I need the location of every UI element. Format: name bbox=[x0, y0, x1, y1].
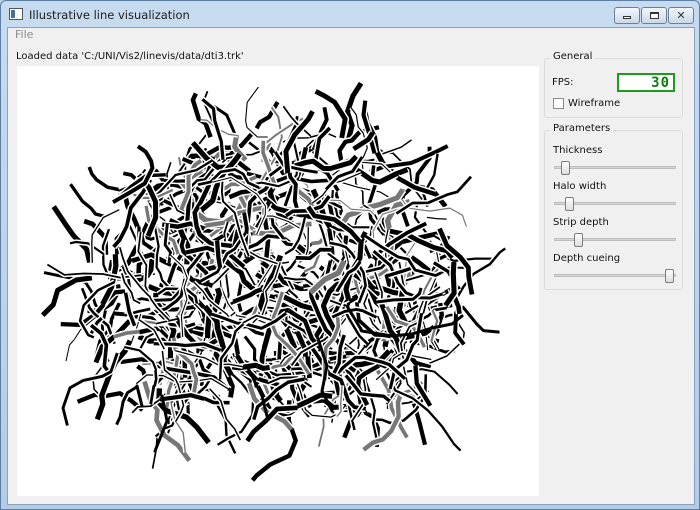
close-button[interactable]: ✕ bbox=[668, 7, 694, 24]
wireframe-checkbox[interactable] bbox=[553, 98, 564, 109]
fps-label: FPS: bbox=[552, 77, 574, 88]
restore-icon bbox=[649, 12, 659, 19]
halo-width-slider-thumb[interactable] bbox=[565, 197, 575, 211]
thickness-slider[interactable] bbox=[554, 161, 676, 175]
strip-depth-slider-thumb[interactable] bbox=[574, 233, 584, 247]
menu-file[interactable]: File bbox=[15, 28, 33, 41]
halo-width-slider[interactable] bbox=[554, 197, 676, 211]
line-rendering bbox=[39, 81, 507, 483]
minimize-icon bbox=[623, 16, 631, 19]
thickness-label: Thickness bbox=[553, 145, 603, 156]
fiber-tracts bbox=[39, 81, 507, 483]
window-title: Illustrative line visualization bbox=[29, 8, 190, 22]
general-group-title: General bbox=[550, 51, 596, 62]
parameters-group-title: Parameters bbox=[550, 123, 614, 134]
client-area: File Loaded data 'C:/UNI/Vis2/linevis/da… bbox=[7, 27, 695, 505]
thickness-slider-thumb[interactable] bbox=[560, 161, 570, 175]
general-group: General FPS: 30 Wireframe bbox=[544, 51, 683, 118]
loaded-data-label: Loaded data 'C:/UNI/Vis2/linevis/data/dt… bbox=[16, 51, 244, 62]
depth-cueing-label: Depth cueing bbox=[553, 253, 621, 264]
fps-display: 30 bbox=[617, 73, 675, 92]
app-window-icon[interactable] bbox=[9, 8, 23, 20]
app-window: Illustrative line visualization ✕ File L… bbox=[0, 0, 700, 510]
strip-depth-slider[interactable] bbox=[554, 233, 676, 247]
depth-cueing-slider[interactable] bbox=[554, 269, 676, 283]
strip-depth-label: Strip depth bbox=[553, 217, 609, 228]
close-icon: ✕ bbox=[676, 9, 686, 22]
minimize-button[interactable] bbox=[614, 7, 640, 24]
parameters-group: Parameters Thickness Halo width Strip de… bbox=[544, 123, 683, 290]
halo-width-label: Halo width bbox=[553, 181, 607, 192]
render-viewport[interactable] bbox=[17, 66, 539, 496]
maximize-button[interactable] bbox=[641, 7, 667, 24]
depth-cueing-slider-thumb[interactable] bbox=[664, 269, 674, 283]
wireframe-label[interactable]: Wireframe bbox=[568, 98, 620, 109]
menu-bar: File bbox=[8, 28, 694, 42]
title-bar[interactable]: Illustrative line visualization ✕ bbox=[1, 1, 699, 28]
